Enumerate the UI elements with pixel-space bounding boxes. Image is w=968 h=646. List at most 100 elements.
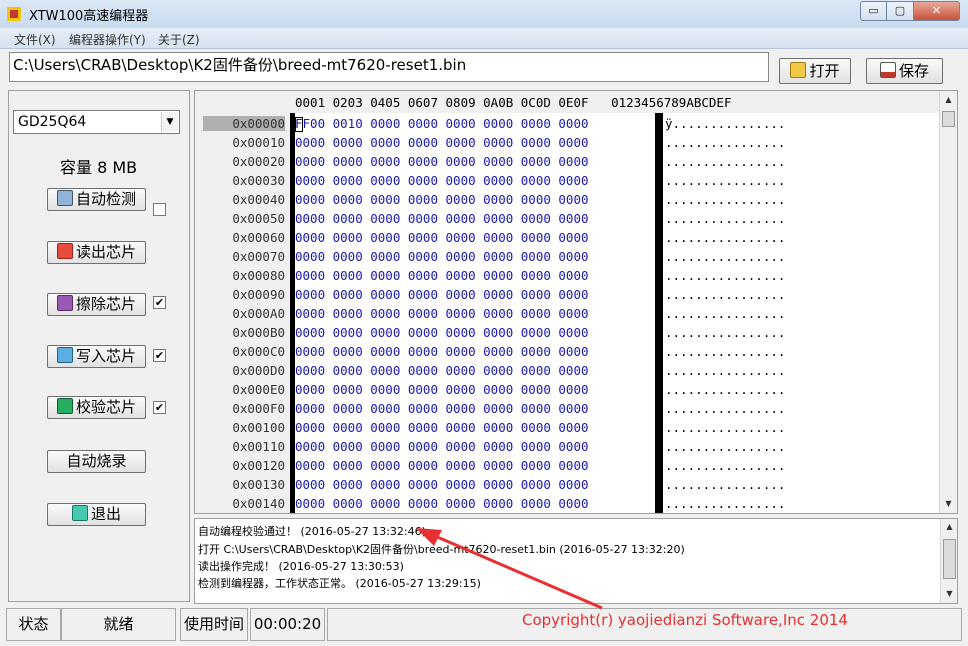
- hex-row[interactable]: 0000 0000 0000 0000 0000 0000 0000 0000: [295, 306, 589, 321]
- chip-model-value: GD25Q64: [18, 114, 87, 130]
- file-path-field[interactable]: C:\Users\CRAB\Desktop\K2固件备份\breed-mt762…: [9, 52, 769, 82]
- ascii-row[interactable]: ÿ...............: [665, 116, 785, 131]
- scroll-up-icon[interactable]: ▲: [940, 95, 957, 104]
- verify-chip-button[interactable]: 校验芯片: [47, 396, 146, 419]
- hex-scrollbar[interactable]: ▲ ▼: [939, 91, 957, 513]
- copyright-text: Copyright(r) yaojiedianzi Software,Inc 2…: [522, 611, 848, 629]
- hex-row[interactable]: 0000 0000 0000 0000 0000 0000 0000 0000: [295, 363, 589, 378]
- log-line: 读出操作完成！ (2016-05-27 13:30:53): [198, 560, 404, 573]
- title-bar: XTW100高速编程器 ▭ ▢ ✕: [0, 0, 968, 29]
- ascii-row[interactable]: ................: [665, 420, 785, 435]
- ascii-row[interactable]: ................: [665, 268, 785, 283]
- hex-address: 0x00000: [203, 116, 285, 131]
- verify-checkbox[interactable]: ✔: [153, 401, 166, 414]
- ascii-row[interactable]: ................: [665, 154, 785, 169]
- auto-detect-checkbox[interactable]: [153, 203, 166, 216]
- hex-address: 0x00070: [232, 249, 285, 264]
- log-scrollbar[interactable]: ▲ ▼: [940, 519, 957, 603]
- ascii-row[interactable]: ................: [665, 287, 785, 302]
- ascii-row[interactable]: ................: [665, 230, 785, 245]
- read-chip-button[interactable]: 读出芯片: [47, 241, 146, 264]
- hex-row[interactable]: 0000 0000 0000 0000 0000 0000 0000 0000: [295, 401, 589, 416]
- hex-row[interactable]: 0000 0000 0000 0000 0000 0000 0000 0000: [295, 249, 589, 264]
- exit-button[interactable]: 退出: [47, 503, 146, 526]
- open-button[interactable]: 打开: [779, 58, 851, 84]
- ascii-row[interactable]: ................: [665, 401, 785, 416]
- ascii-row[interactable]: ................: [665, 382, 785, 397]
- auto-burn-button[interactable]: 自动烧录: [47, 450, 146, 473]
- ascii-row[interactable]: ................: [665, 325, 785, 340]
- hex-row[interactable]: 0000 0000 0000 0000 0000 0000 0000 0000: [295, 135, 589, 150]
- hex-address: 0x00080: [232, 268, 285, 283]
- hex-row[interactable]: 0000 0000 0000 0000 0000 0000 0000 0000: [295, 382, 589, 397]
- edit-cursor: [295, 117, 303, 132]
- hex-address: 0x00050: [232, 211, 285, 226]
- detect-icon: [56, 190, 73, 206]
- hex-address: 0x000B0: [232, 325, 285, 340]
- open-button-label: 打开: [809, 62, 840, 80]
- hex-row[interactable]: 0000 0000 0000 0000 0000 0000 0000 0000: [295, 439, 589, 454]
- minimize-button[interactable]: ▭: [860, 1, 887, 21]
- scroll-thumb[interactable]: [943, 539, 956, 579]
- log-line: 检测到编程器，工作状态正常。 (2016-05-27 13:29:15): [198, 577, 481, 590]
- hex-editor[interactable]: 0001 0203 0405 0607 0809 0A0B 0C0D 0E0F …: [194, 90, 958, 514]
- ascii-row[interactable]: ................: [665, 458, 785, 473]
- ascii-row[interactable]: ................: [665, 173, 785, 188]
- window-title: XTW100高速编程器: [29, 9, 149, 24]
- erase-checkbox[interactable]: ✔: [153, 296, 166, 309]
- scroll-thumb[interactable]: [942, 111, 955, 127]
- hex-row[interactable]: 0000 0000 0000 0000 0000 0000 0000 0000: [295, 477, 589, 492]
- menu-file[interactable]: 文件(X): [14, 31, 56, 48]
- scroll-down-icon[interactable]: ▼: [941, 589, 957, 598]
- status-label: 状态: [6, 608, 61, 641]
- hex-row[interactable]: 0000 0000 0000 0000 0000 0000 0000 0000: [295, 458, 589, 473]
- hex-row[interactable]: 0000 0000 0000 0000 0000 0000 0000 0000: [295, 211, 589, 226]
- hex-address: 0x000C0: [232, 344, 285, 359]
- read-chip-label: 读出芯片: [75, 243, 136, 261]
- ascii-row[interactable]: ................: [665, 496, 785, 511]
- hex-row[interactable]: 0000 0000 0000 0000 0000 0000 0000 0000: [295, 230, 589, 245]
- erase-chip-button[interactable]: 擦除芯片: [47, 293, 146, 316]
- ascii-row[interactable]: ................: [665, 477, 785, 492]
- hex-row[interactable]: 0000 0000 0000 0000 0000 0000 0000 0000: [295, 173, 589, 188]
- menu-programmer-ops[interactable]: 编程器操作(Y): [69, 31, 146, 48]
- write-chip-button[interactable]: 写入芯片: [47, 345, 146, 368]
- hex-row[interactable]: 0000 0000 0000 0000 0000 0000 0000 0000: [295, 192, 589, 207]
- hex-row[interactable]: 0000 0000 0000 0000 0000 0000 0000 0000: [295, 344, 589, 359]
- ascii-row[interactable]: ................: [665, 306, 785, 321]
- menu-about[interactable]: 关于(Z): [158, 31, 200, 48]
- ascii-row[interactable]: ................: [665, 249, 785, 264]
- hex-address: 0x00090: [232, 287, 285, 302]
- chip-model-select[interactable]: GD25Q64 ▼: [13, 110, 180, 134]
- write-checkbox[interactable]: ✔: [153, 349, 166, 362]
- save-button[interactable]: 保存: [866, 58, 943, 84]
- hex-header: 0001 0203 0405 0607 0809 0A0B 0C0D 0E0F …: [195, 91, 939, 113]
- hex-address: 0x00120: [232, 458, 285, 473]
- hex-address: 0x00140: [232, 496, 285, 511]
- hex-row[interactable]: 0000 0000 0000 0000 0000 0000 0000 0000: [295, 268, 589, 283]
- exit-icon: [71, 505, 88, 521]
- scroll-down-icon[interactable]: ▼: [940, 499, 957, 508]
- hex-row[interactable]: 0000 0000 0000 0000 0000 0000 0000 0000: [295, 154, 589, 169]
- ascii-row[interactable]: ................: [665, 363, 785, 378]
- maximize-button[interactable]: ▢: [886, 1, 914, 21]
- close-button[interactable]: ✕: [913, 1, 960, 21]
- ascii-row[interactable]: ................: [665, 439, 785, 454]
- erase-chip-label: 擦除芯片: [75, 295, 136, 313]
- capacity-label: 容量 8 MB: [60, 158, 138, 177]
- verify-chip-label: 校验芯片: [75, 398, 136, 416]
- ascii-row[interactable]: ................: [665, 344, 785, 359]
- hex-row[interactable]: 0000 0000 0000 0000 0000 0000 0000 0000: [295, 287, 589, 302]
- hex-row[interactable]: 0000 0000 0000 0000 0000 0000 0000 0000: [295, 496, 589, 511]
- ascii-row[interactable]: ................: [665, 211, 785, 226]
- auto-detect-button[interactable]: 自动检测: [47, 188, 146, 211]
- hex-row[interactable]: 0000 0000 0000 0000 0000 0000 0000 0000: [295, 420, 589, 435]
- hex-row[interactable]: 0000 0000 0000 0000 0000 0000 0000 0000: [295, 325, 589, 340]
- ascii-row[interactable]: ................: [665, 192, 785, 207]
- write-chip-label: 写入芯片: [75, 347, 136, 365]
- scroll-up-icon[interactable]: ▲: [941, 522, 957, 531]
- ascii-row[interactable]: ................: [665, 135, 785, 150]
- eraser-icon: [56, 295, 73, 311]
- chevron-down-icon[interactable]: ▼: [161, 112, 178, 132]
- hex-row[interactable]: FF00 0010 0000 0000 0000 0000 0000 0000: [295, 116, 589, 131]
